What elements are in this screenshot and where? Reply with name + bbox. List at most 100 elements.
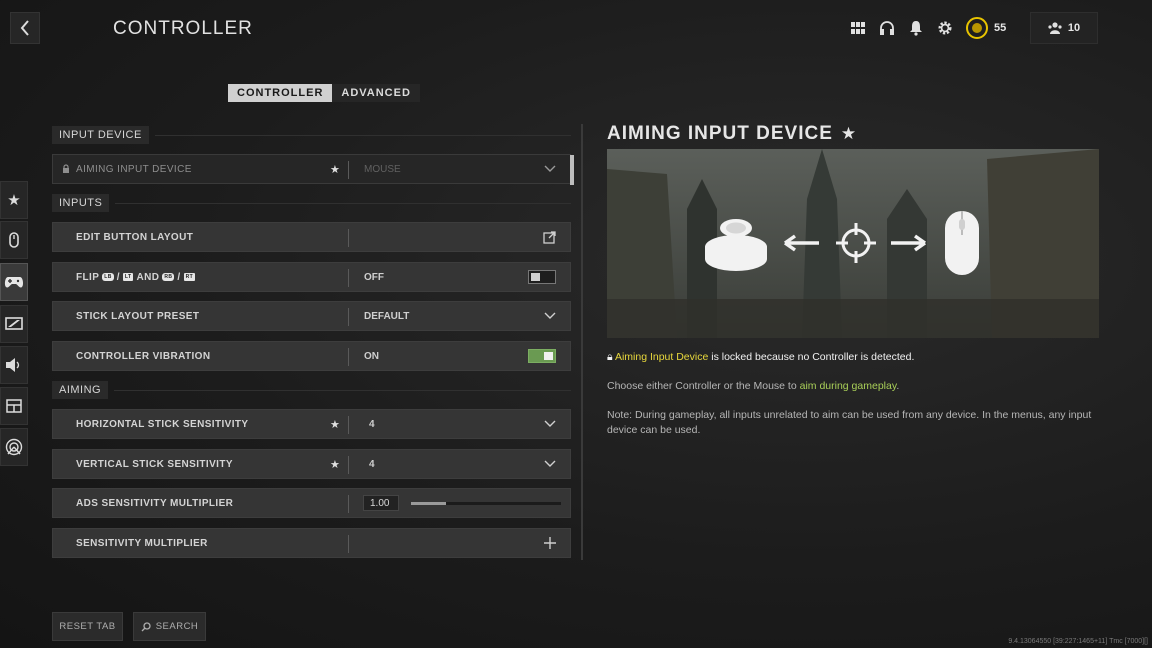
- settings-tabs: CONTROLLER ADVANCED: [228, 84, 420, 102]
- choose-end: .: [896, 380, 900, 392]
- setting-flip-triggers[interactable]: FLIP LB / LT AND RB / RT OFF: [52, 262, 571, 292]
- lt-button-glyph: LT: [122, 273, 134, 281]
- setting-value: MOUSE: [364, 163, 401, 175]
- notifications-button[interactable]: [903, 12, 929, 44]
- setting-label: FLIP LB / LT AND RB / RT: [76, 271, 196, 283]
- setting-edit-button-layout[interactable]: EDIT BUTTON LAYOUT: [52, 222, 571, 252]
- player-rank[interactable]: 55: [966, 12, 1022, 44]
- divider: [348, 161, 349, 179]
- sidebar-item-interface[interactable]: [0, 387, 28, 425]
- choose-text: Choose either Controller or the Mouse to: [607, 380, 800, 392]
- rank-badge-icon: [966, 17, 988, 39]
- divider: [348, 416, 349, 434]
- vibration-toggle[interactable]: [528, 349, 556, 363]
- plus-icon: [544, 537, 556, 549]
- friends-button[interactable]: 10: [1030, 12, 1098, 44]
- rt-button-glyph: RT: [183, 273, 196, 281]
- search-button[interactable]: SEARCH: [133, 612, 206, 641]
- section-label: AIMING: [52, 381, 109, 399]
- settings-button[interactable]: [932, 12, 958, 44]
- panel-divider: [581, 124, 583, 560]
- favorite-star-icon[interactable]: ★: [330, 418, 340, 431]
- setting-aiming-input-device[interactable]: AIMING INPUT DEVICE ★ MOUSE: [52, 154, 574, 185]
- version-string: 9.4.13064550 [39:227:1465+11] Tmc [7000]…: [1008, 638, 1148, 645]
- star-icon: ★: [7, 192, 21, 209]
- locked-text: is locked because no Controller is detec…: [708, 351, 915, 363]
- setting-label: VERTICAL STICK SENSITIVITY: [76, 458, 233, 470]
- search-icon: [141, 621, 151, 631]
- aiming-device-illustration: [607, 149, 1099, 338]
- detail-title: AIMING INPUT DEVICE ★: [607, 123, 857, 145]
- ads-multiplier-slider[interactable]: [411, 501, 561, 505]
- apps-button[interactable]: [845, 12, 871, 44]
- star-icon: ★: [840, 124, 858, 143]
- divider: [348, 308, 349, 326]
- setting-value: ON: [364, 350, 379, 362]
- choose-highlight[interactable]: aim during gameplay: [800, 380, 897, 392]
- divider: [348, 229, 349, 247]
- tab-advanced[interactable]: ADVANCED: [332, 84, 420, 102]
- chevron-down-icon: [544, 165, 556, 173]
- setting-value: 4: [369, 418, 375, 430]
- section-input-device: INPUT DEVICE: [52, 126, 571, 144]
- and-label: AND: [136, 271, 160, 283]
- setting-controller-vibration[interactable]: CONTROLLER VIBRATION ON: [52, 341, 571, 371]
- rb-button-glyph: RB: [162, 273, 175, 281]
- chevron-left-icon: [20, 20, 29, 36]
- ads-multiplier-value[interactable]: 1.00: [363, 495, 399, 511]
- sidebar-item-controller[interactable]: [0, 263, 28, 301]
- setting-label: HORIZONTAL STICK SENSITIVITY: [76, 418, 249, 430]
- sidebar-item-favorites[interactable]: ★: [0, 181, 28, 219]
- reset-tab-label: RESET TAB: [59, 621, 116, 632]
- chat-button[interactable]: [874, 12, 900, 44]
- speaker-icon: [6, 358, 20, 372]
- setting-stick-layout-preset[interactable]: STICK LAYOUT PRESET DEFAULT: [52, 301, 571, 331]
- external-link-icon: [543, 230, 556, 244]
- gamepad-icon: [4, 277, 24, 288]
- network-icon: [5, 438, 23, 456]
- sidebar-item-graphics[interactable]: [0, 305, 28, 343]
- mouse-icon: [9, 232, 19, 248]
- tab-controller[interactable]: CONTROLLER: [228, 84, 333, 102]
- setting-value: DEFAULT: [364, 310, 410, 322]
- setting-value: OFF: [364, 271, 384, 283]
- setting-label: EDIT BUTTON LAYOUT: [76, 231, 194, 243]
- section-aiming: AIMING: [52, 381, 571, 399]
- setting-horizontal-stick-sensitivity[interactable]: HORIZONTAL STICK SENSITIVITY ★ 4: [52, 409, 571, 439]
- divider: [348, 535, 349, 553]
- lb-button-glyph: LB: [102, 273, 114, 281]
- setting-vertical-stick-sensitivity[interactable]: VERTICAL STICK SENSITIVITY ★ 4: [52, 449, 571, 479]
- sidebar-item-mouse[interactable]: [0, 221, 28, 259]
- back-button[interactable]: [10, 12, 40, 44]
- friends-icon: [1048, 22, 1062, 34]
- lock-icon: [63, 164, 69, 173]
- favorite-star-icon[interactable]: ★: [330, 458, 340, 471]
- setting-label: ADS SENSITIVITY MULTIPLIER: [76, 497, 234, 509]
- locked-message: 🔒︎ Aiming Input Device is locked because…: [607, 350, 1099, 365]
- setting-label: AIMING INPUT DEVICE: [76, 163, 192, 175]
- divider: [348, 495, 349, 513]
- lock-icon: 🔒︎: [607, 351, 613, 363]
- focus-indicator: [570, 155, 574, 185]
- setting-label: SENSITIVITY MULTIPLIER: [76, 537, 208, 549]
- sidebar-item-network[interactable]: [0, 428, 28, 466]
- locked-highlight: Aiming Input Device: [614, 351, 709, 363]
- reset-tab-button[interactable]: RESET TAB: [52, 612, 123, 641]
- interface-icon: [6, 399, 22, 413]
- choose-message: Choose either Controller or the Mouse to…: [607, 379, 1099, 394]
- preview-image: [607, 149, 1099, 338]
- chevron-down-icon: [544, 420, 556, 428]
- rank-value: 55: [994, 22, 1007, 34]
- divider: [348, 348, 349, 366]
- page-title: CONTROLLER: [113, 18, 253, 39]
- friends-count: 10: [1067, 22, 1081, 34]
- note-message: Note: During gameplay, all inputs unrela…: [607, 409, 1092, 436]
- flip-label: FLIP: [76, 271, 100, 283]
- setting-value: 4: [369, 458, 375, 470]
- setting-ads-sensitivity-multiplier[interactable]: ADS SENSITIVITY MULTIPLIER 1.00: [52, 488, 571, 518]
- search-label: SEARCH: [155, 621, 199, 632]
- sidebar-item-audio[interactable]: [0, 346, 28, 384]
- favorite-star-icon[interactable]: ★: [330, 163, 340, 176]
- setting-sensitivity-multiplier[interactable]: SENSITIVITY MULTIPLIER: [52, 528, 571, 558]
- flip-toggle[interactable]: [528, 270, 556, 284]
